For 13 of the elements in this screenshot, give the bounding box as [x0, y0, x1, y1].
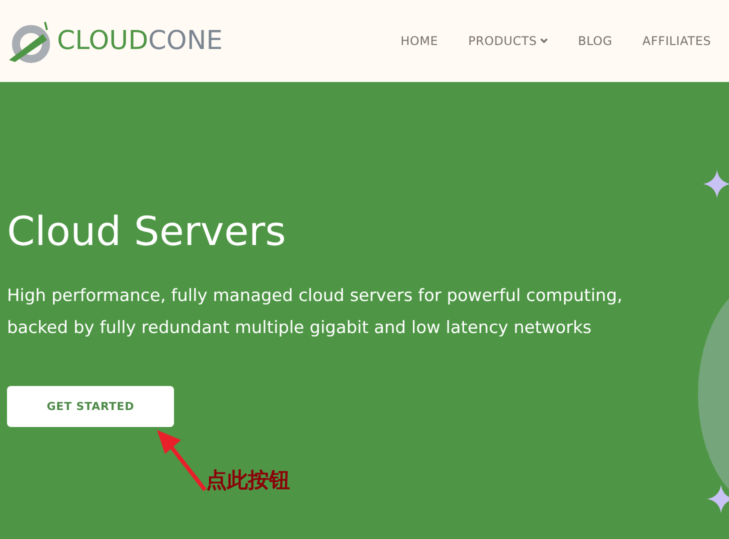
- hero-title: Cloud Servers: [7, 210, 286, 254]
- sparkle-icon: [707, 485, 729, 513]
- annotation-arrow: [155, 428, 207, 492]
- annotation-text: 点此按钮: [206, 466, 290, 494]
- nav-link[interactable]: AFFILIATES: [642, 34, 711, 48]
- get-started-button[interactable]: GET STARTED: [7, 386, 174, 427]
- chevron-icon: [540, 38, 548, 44]
- sparkle-icon: [703, 170, 729, 198]
- hero-subtitle: High performance, fully managed cloud servers for powerful computing, backed by fully redundant multiple gigabit and low latency networks: [7, 285, 624, 340]
- nav-link[interactable]: BLOG: [578, 34, 612, 48]
- nav-link[interactable]: PRODUCTS: [468, 34, 548, 48]
- nav-link[interactable]: HOME: [400, 34, 438, 48]
- logo-text[interactable]: CLOUDCONE: [57, 26, 223, 56]
